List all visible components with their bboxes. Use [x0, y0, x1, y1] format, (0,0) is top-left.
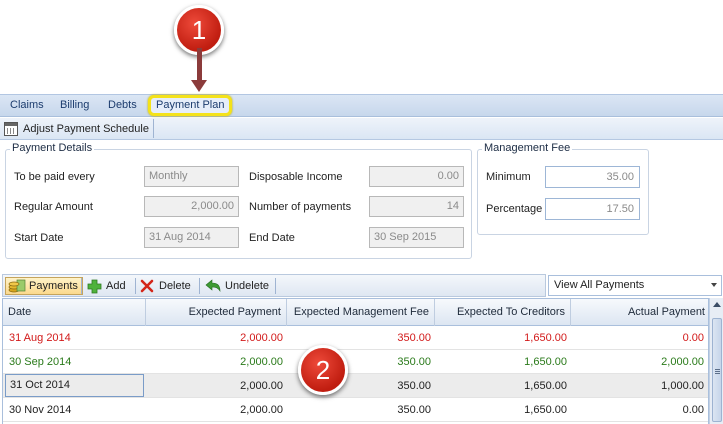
cell-actual-payment: 1,000.00	[661, 380, 704, 392]
delete-button[interactable]: Delete	[140, 277, 191, 295]
column-header-expected-management-fee[interactable]: Expected Management Fee	[287, 299, 435, 326]
disposable-income-field[interactable]: 0.00	[369, 166, 464, 187]
table-row[interactable]: 30 Sep 2014 2,000.00 350.00 1,650.00 2,0…	[3, 350, 708, 374]
view-filter-select[interactable]: View All Payments	[548, 275, 722, 296]
cell-expected-payment: 2,000.00	[240, 380, 283, 392]
table-row-selected[interactable]: 31 Oct 2014 2,000.00 350.00 1,650.00 1,0…	[3, 374, 708, 398]
plus-icon	[87, 279, 102, 293]
add-label: Add	[106, 280, 126, 292]
undo-arrow-icon	[205, 279, 221, 292]
regular-amount-field[interactable]: 2,000.00	[144, 196, 239, 217]
management-fee-group	[477, 149, 649, 235]
scrollbar-thumb[interactable]	[712, 318, 722, 422]
end-date-field[interactable]: 30 Sep 2015	[369, 227, 464, 248]
cell-to-creditors: 1,650.00	[524, 332, 567, 344]
cell-date: 30 Sep 2014	[9, 356, 72, 368]
regular-amount-label: Regular Amount	[14, 201, 93, 213]
number-of-payments-label: Number of payments	[249, 201, 352, 213]
cell-actual-payment: 0.00	[682, 332, 704, 344]
grip-icon	[715, 369, 720, 375]
cell-to-creditors: 1,650.00	[524, 380, 567, 392]
column-header-actual-payment[interactable]: Actual Payment	[571, 299, 708, 326]
calendar-icon	[4, 121, 18, 136]
cell-to-creditors: 1,650.00	[524, 404, 567, 416]
undelete-label: Undelete	[225, 280, 270, 292]
tab-debts[interactable]: Debts	[108, 99, 137, 111]
to-be-paid-label: To be paid every	[14, 171, 95, 183]
table-row[interactable]: 31 Aug 2014 2,000.00 350.00 1,650.00 0.0…	[3, 326, 708, 350]
cell-actual-payment: 2,000.00	[661, 356, 704, 368]
disposable-income-label: Disposable Income	[249, 171, 343, 183]
cell-date: 30 Nov 2014	[9, 404, 72, 416]
tab-billing[interactable]: Billing	[60, 99, 89, 111]
percentage-field[interactable]: 17.50	[545, 198, 640, 220]
management-fee-title: Management Fee	[482, 142, 573, 154]
cell-to-creditors: 1,650.00	[524, 356, 567, 368]
callout-arrow	[197, 48, 202, 82]
payments-label: Payments	[29, 280, 78, 292]
adjust-payment-schedule-button[interactable]: Adjust Payment Schedule	[4, 119, 154, 138]
toolbar: Adjust Payment Schedule	[0, 118, 723, 140]
grid-scrollbar[interactable]	[709, 298, 723, 424]
payments-button[interactable]: Payments	[5, 277, 83, 295]
start-date-field[interactable]: 31 Aug 2014	[144, 227, 239, 248]
cell-expected-payment: 2,000.00	[240, 356, 283, 368]
column-header-expected-payment[interactable]: Expected Payment	[146, 299, 287, 326]
payments-grid: Date Expected Payment Expected Managemen…	[2, 298, 709, 424]
cell-expected-payment: 2,000.00	[240, 404, 283, 416]
table-row[interactable]: 30 Nov 2014 2,000.00 350.00 1,650.00 0.0…	[3, 398, 708, 422]
cell-expected-payment: 2,000.00	[240, 332, 283, 344]
callout-arrow-head	[191, 80, 207, 92]
percentage-label: Percentage	[486, 203, 543, 215]
cell-management-fee: 350.00	[397, 332, 431, 344]
start-date-label: Start Date	[14, 232, 64, 244]
tab-payment-plan[interactable]: Payment Plan	[156, 99, 224, 111]
tab-claims[interactable]: Claims	[10, 99, 44, 111]
column-header-expected-to-creditors[interactable]: Expected To Creditors	[435, 299, 571, 326]
cell-date: 31 Oct 2014	[5, 374, 144, 397]
cell-management-fee: 350.00	[397, 404, 431, 416]
minimum-field[interactable]: 35.00	[545, 166, 640, 188]
cell-date: 31 Aug 2014	[9, 332, 71, 344]
delete-label: Delete	[159, 280, 191, 292]
add-button[interactable]: Add	[87, 277, 126, 295]
chevron-down-icon	[711, 283, 717, 287]
adjust-payment-schedule-label: Adjust Payment Schedule	[23, 122, 149, 135]
scroll-up-icon[interactable]	[713, 302, 721, 307]
undelete-button[interactable]: Undelete	[205, 277, 269, 295]
grid-header: Date Expected Payment Expected Managemen…	[3, 299, 708, 326]
coins-icon	[8, 279, 26, 293]
end-date-label: End Date	[249, 232, 295, 244]
cell-actual-payment: 0.00	[682, 404, 704, 416]
minimum-label: Minimum	[486, 171, 531, 183]
number-of-payments-field[interactable]: 14	[369, 196, 464, 217]
to-be-paid-field[interactable]: Monthly	[144, 166, 239, 187]
payment-details-title: Payment Details	[10, 142, 95, 154]
delete-x-icon	[140, 279, 154, 293]
view-filter-value: View All Payments	[554, 279, 645, 291]
column-header-date[interactable]: Date	[3, 299, 146, 326]
grid-toolbar: Payments Add Delete Undelete	[2, 274, 546, 297]
callout-2: 2	[298, 345, 348, 395]
